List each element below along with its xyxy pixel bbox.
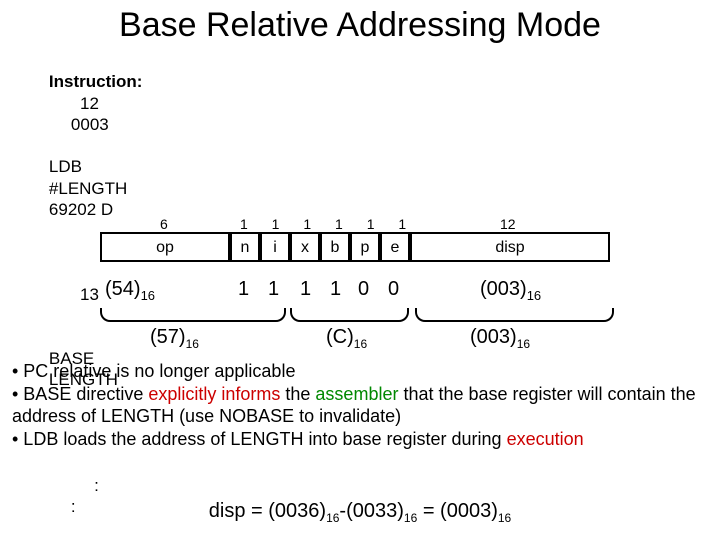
- bit-e: 0: [388, 278, 399, 301]
- asm-line: :: [49, 475, 99, 496]
- field-x: x: [290, 232, 320, 262]
- brace-icon: [415, 308, 614, 322]
- disp-formula: disp = (0036)16-(0033)16 = (0003)16: [0, 500, 720, 525]
- bullet-3: • LDB loads the address of LENGTH into b…: [12, 428, 708, 451]
- field-op: op: [100, 232, 230, 262]
- asm-line: 13: [49, 284, 99, 305]
- bit-value-row: (54)16 1 1 1 1 0 0 (003)16: [100, 278, 620, 306]
- disp-value: (003)16: [480, 278, 541, 303]
- field-e: e: [380, 232, 410, 262]
- field-b: b: [320, 232, 350, 262]
- instruction-label: Instruction:: [49, 71, 154, 92]
- notes: • PC relative is no longer applicable • …: [12, 360, 708, 450]
- bullet-2: • BASE directive explicitly informs the …: [12, 383, 708, 428]
- asm-opcode: LDB: [49, 156, 109, 177]
- instruction-format-diagram: 6 1 1 1 1 1 1 12 op n i x b p e disp (54…: [100, 216, 620, 306]
- bit-n: 1: [238, 278, 249, 301]
- field-i: i: [260, 232, 290, 262]
- op-value: (54)16: [105, 278, 155, 303]
- slide-title: Base Relative Addressing Mode: [0, 0, 720, 45]
- asm-line: 12: [49, 93, 99, 114]
- field-width-op: 6: [160, 216, 168, 232]
- combined-xbpe: (C)16: [326, 326, 367, 351]
- field-width-flags: 1 1 1 1 1 1: [240, 216, 416, 232]
- brace-icon: [100, 308, 286, 322]
- asm-addr: 0003: [71, 114, 131, 135]
- bit-i: 1: [268, 278, 279, 301]
- asm-operand: #LENGTH: [49, 178, 159, 199]
- combined-disp: (003)16: [470, 326, 530, 351]
- bit-x: 1: [300, 278, 311, 301]
- brace-icon: [290, 308, 409, 322]
- bullet-1: • PC relative is no longer applicable: [12, 360, 708, 383]
- field-n: n: [230, 232, 260, 262]
- field-p: p: [350, 232, 380, 262]
- combined-op-ni: (57)16: [150, 326, 199, 351]
- bit-b: 1: [330, 278, 341, 301]
- field-disp: disp: [410, 232, 610, 262]
- bit-p: 0: [358, 278, 369, 301]
- field-width-disp: 12: [500, 216, 516, 232]
